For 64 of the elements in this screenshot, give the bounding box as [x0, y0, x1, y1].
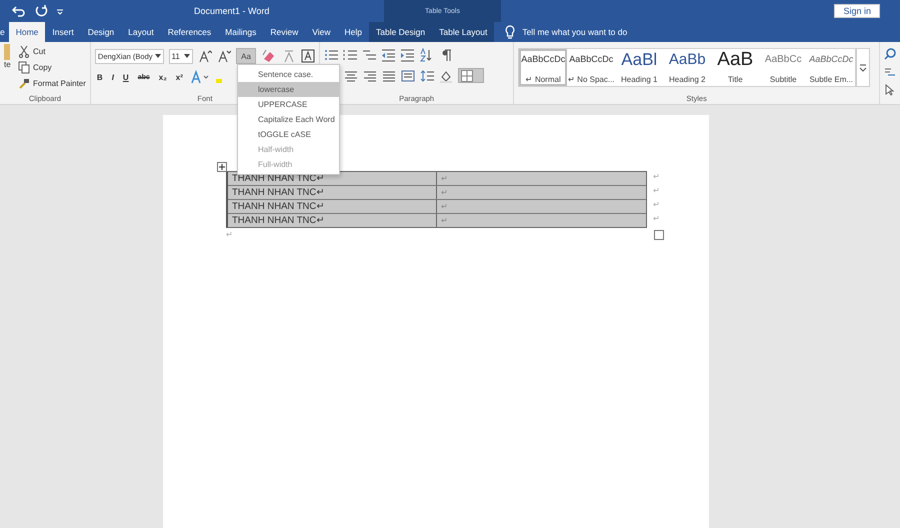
format-button[interactable]: U: [120, 72, 131, 82]
menu-item[interactable]: Sentence case.: [238, 67, 339, 82]
style-name: Subtitle: [770, 75, 797, 84]
ribbon-tab[interactable]: Mailings: [218, 22, 264, 42]
menu-item[interactable]: lowercase: [238, 82, 339, 97]
end-of-row-mark: ↵: [653, 200, 660, 209]
style-gallery-item[interactable]: AaBb Heading 2: [663, 49, 712, 86]
end-of-row-mark: ↵: [653, 214, 660, 223]
menu-item[interactable]: tOGGLE cASE: [238, 127, 339, 142]
style-preview: AaBbCcDc: [569, 53, 614, 66]
table-cell: ↵: [437, 172, 646, 185]
style-gallery-item[interactable]: AaBbCcDc Subtle Em...: [807, 49, 856, 86]
style-preview: AaBbCcDc: [809, 53, 854, 66]
paste-button[interactable]: te: [4, 44, 16, 92]
ribbon-tab[interactable]: Review: [263, 22, 306, 42]
end-of-row-mark: ↵: [653, 172, 660, 181]
style-preview: AaBbCcDc: [521, 53, 566, 66]
style-gallery-item[interactable]: AaBbCcDc ↵ Normal: [519, 49, 568, 86]
style-gallery-item[interactable]: AaBbCc Subtitle: [759, 49, 808, 86]
font-size-field[interactable]: 11: [168, 48, 194, 64]
ribbon-tab[interactable]: Help: [338, 22, 369, 42]
clipboard-button[interactable]: Format Painter: [18, 76, 86, 91]
style-name: Subtle Em...: [809, 75, 854, 84]
ribbon-tab[interactable]: Layout: [121, 22, 161, 42]
style-name: Heading 1: [621, 75, 658, 84]
format-button[interactable]: x²: [174, 72, 185, 82]
tell-me-field[interactable]: Tell me what you want to do: [494, 22, 628, 42]
end-of-row-mark: ↵: [653, 186, 660, 195]
style-name: ↵ No Spac...: [568, 75, 615, 84]
menu-item[interactable]: UPPERCASE: [238, 97, 339, 112]
ribbon-tab[interactable]: View: [305, 22, 338, 42]
style-preview: AaBbCc: [764, 53, 802, 67]
format-button[interactable]: I: [110, 72, 116, 82]
style-gallery-item[interactable]: AaB Title: [711, 49, 760, 86]
table-cell: ↵: [437, 200, 646, 213]
ribbon-tab[interactable]: Table Design: [368, 22, 432, 42]
ribbon-tab[interactable]: Home: [8, 22, 46, 42]
table-cell: ↵: [437, 186, 646, 199]
style-gallery-item[interactable]: AaBbCcDc ↵ No Spac...: [567, 49, 616, 86]
ribbon-tab[interactable]: Table Layout: [432, 22, 494, 42]
change-case-button[interactable]: Aa: [236, 48, 256, 64]
clipboard-button[interactable]: Copy: [18, 60, 86, 75]
ribbon-tab[interactable]: Insert: [45, 22, 81, 42]
sign-in-button[interactable]: Sign in: [834, 4, 880, 18]
ribbon-tab[interactable]: Design: [80, 22, 122, 42]
style-preview: AaB: [717, 52, 754, 67]
table-cell: THANH NHAN TNC↵: [228, 200, 437, 213]
ribbon-tab[interactable]: References: [160, 22, 218, 42]
window-title: Document1 - Word: [194, 6, 270, 16]
format-button[interactable]: x₂: [156, 72, 169, 82]
table-cell: THANH NHAN TNC↵: [228, 214, 437, 227]
ribbon-tab[interactable]: e: [0, 22, 9, 42]
style-gallery-item[interactable]: AaBl Heading 1: [615, 49, 664, 86]
style-name: Heading 2: [669, 75, 706, 84]
style-name: ↵ Normal: [526, 75, 561, 84]
style-name: Title: [728, 75, 743, 84]
style-preview: AaBb: [668, 52, 706, 67]
style-preview: AaBl: [621, 52, 658, 67]
clipboard-button[interactable]: Cut: [18, 44, 86, 59]
menu-item[interactable]: Capitalize Each Word: [238, 112, 339, 127]
format-button[interactable]: B: [94, 72, 105, 82]
table-cell: ↵: [437, 214, 646, 227]
table-cell: THANH NHAN TNC↵: [228, 186, 437, 199]
paragraph-mark: ↵: [226, 230, 233, 239]
